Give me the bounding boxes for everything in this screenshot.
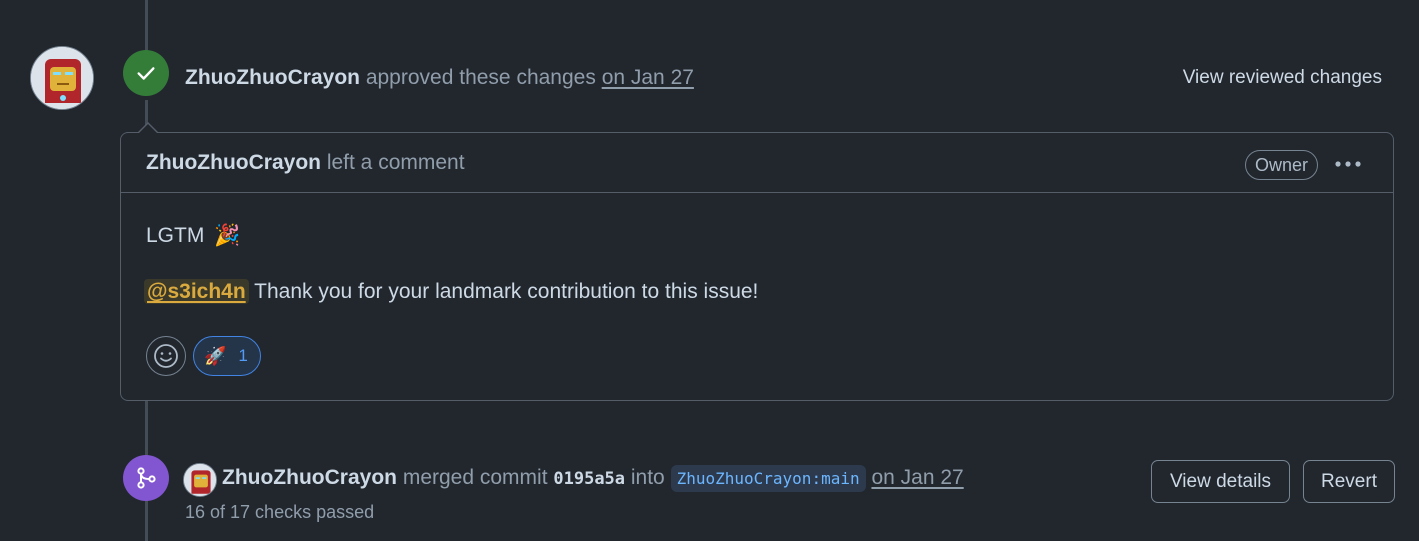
pull-request-timeline: ZhuoZhuoCrayon approved these changes on…	[0, 0, 1419, 541]
event-author-link[interactable]: ZhuoZhuoCrayon	[185, 66, 360, 89]
comment-author-link[interactable]: ZhuoZhuoCrayon	[146, 151, 321, 174]
ironman-avatar-icon	[31, 47, 93, 109]
party-popper-icon: 🎉	[214, 224, 241, 247]
comment-box: ZhuoZhuoCrayon left a comment Owner LGTM…	[120, 132, 1394, 401]
branch-label[interactable]: ZhuoZhuoCrayon:main	[670, 465, 866, 492]
view-reviewed-changes-link[interactable]: View reviewed changes	[1183, 67, 1382, 89]
merge-date-link[interactable]: on Jan 27	[871, 466, 963, 489]
timeline-line	[145, 0, 148, 52]
timeline-line	[145, 500, 148, 541]
check-icon	[137, 67, 155, 80]
merge-action-text: merged commit	[402, 466, 548, 489]
owner-badge: Owner	[1244, 150, 1318, 180]
merge-event-text: ZhuoZhuoCrayon merged commit 0195a5a int…	[222, 465, 964, 492]
comment-line-1: LGTM 🎉	[146, 221, 241, 251]
git-merge-icon	[137, 467, 156, 489]
rocket-reaction-button[interactable]: 🚀 1	[193, 336, 261, 376]
approval-event-text: ZhuoZhuoCrayon approved these changes on…	[185, 66, 694, 90]
merge-author-avatar[interactable]	[183, 463, 217, 497]
comment-body: LGTM 🎉	[146, 221, 241, 251]
comment-header: ZhuoZhuoCrayon left a comment Owner	[121, 133, 1393, 193]
ironman-avatar-icon	[184, 464, 216, 496]
into-text: into	[630, 466, 665, 489]
rocket-icon: 🚀	[204, 345, 227, 366]
merged-badge	[123, 455, 169, 501]
reaction-count: 1	[238, 346, 248, 365]
merge-author-link[interactable]: ZhuoZhuoCrayon	[222, 466, 397, 489]
add-reaction-button[interactable]	[146, 336, 186, 376]
revert-button[interactable]: Revert	[1303, 460, 1395, 503]
approved-badge	[123, 50, 169, 96]
avatar[interactable]	[30, 46, 94, 110]
timeline-line	[145, 400, 148, 455]
user-mention-link[interactable]: @s3ich4n	[144, 279, 249, 304]
reactions-bar: 🚀 1	[146, 336, 261, 376]
commit-sha-link[interactable]: 0195a5a	[553, 469, 625, 489]
checks-status-text: 16 of 17 checks passed	[185, 502, 375, 522]
thanks-text: Thank you for your landmark contribution…	[248, 280, 759, 303]
comment-line-2: @s3ich4n Thank you for your landmark con…	[144, 279, 759, 304]
event-date-link[interactable]: on Jan 27	[602, 66, 694, 89]
comment-header-text: ZhuoZhuoCrayon left a comment	[146, 151, 465, 175]
lgtm-text: LGTM	[146, 224, 205, 247]
view-details-button[interactable]: View details	[1151, 460, 1290, 503]
kebab-horizontal-icon	[1335, 161, 1361, 167]
event-action-text: approved these changes	[365, 66, 596, 89]
comment-options-button[interactable]	[1333, 149, 1363, 179]
smiley-icon	[154, 344, 178, 368]
comment-caret-inner	[139, 124, 157, 133]
comment-action-text: left a comment	[326, 151, 465, 174]
